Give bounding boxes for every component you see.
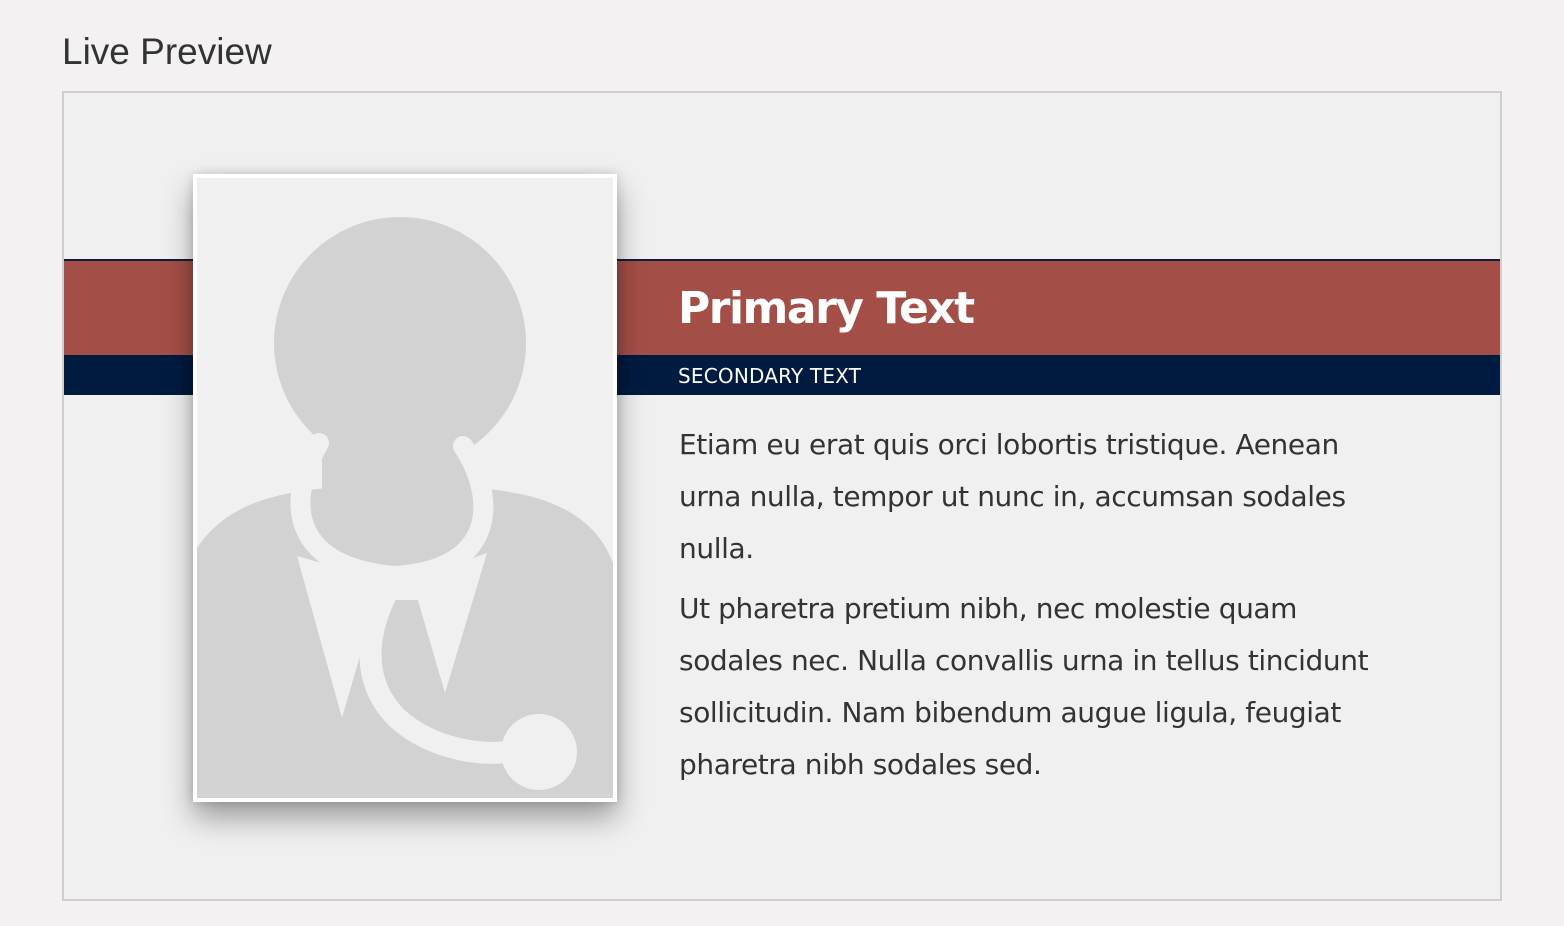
- body-paragraph-2: Ut pharetra pretium nibh, nec molestie q…: [679, 592, 1369, 781]
- primary-text: Primary Text: [678, 283, 975, 334]
- doctor-placeholder-icon: [197, 217, 613, 798]
- body-text: Etiam eu erat quis orci lobortis tristiq…: [679, 419, 1389, 799]
- live-preview-frame: Primary Text SECONDARY TEXT Etiam eu era…: [62, 91, 1502, 901]
- secondary-text: SECONDARY TEXT: [678, 364, 862, 388]
- profile-photo-card: [193, 174, 617, 802]
- live-preview-title: Live Preview: [62, 31, 272, 72]
- body-paragraph-1: Etiam eu erat quis orci lobortis tristiq…: [679, 428, 1346, 565]
